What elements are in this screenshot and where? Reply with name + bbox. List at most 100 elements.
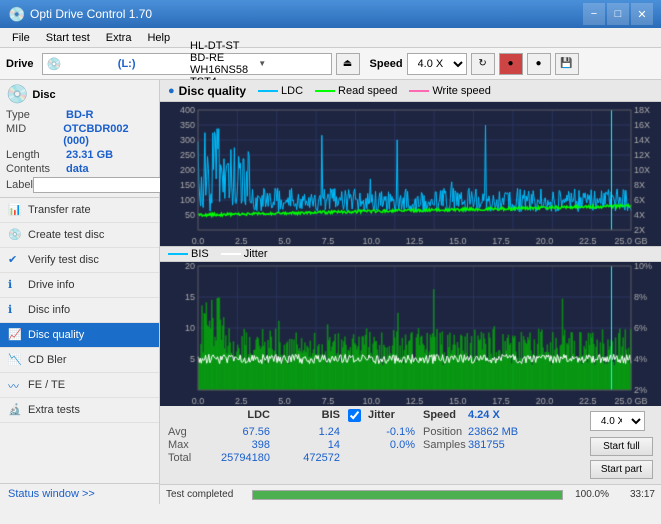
disc-label-row: Label ⚙ <box>6 177 153 193</box>
start-full-button[interactable]: Start full <box>590 437 653 456</box>
read-color-dot <box>315 90 335 92</box>
menu-help[interactable]: Help <box>139 30 178 46</box>
disc-contents-row: Contents data <box>6 163 153 175</box>
stats-avg-label: Avg <box>168 426 208 438</box>
nav-disc-info-label: Disc info <box>28 304 70 316</box>
stats-max-label: Max <box>168 439 208 451</box>
app-icon: 💿 <box>8 6 24 22</box>
legend-write-label: Write speed <box>432 85 491 97</box>
left-panel: 💿 Disc Type BD-R MID OTCBDR002 (000) Len… <box>0 80 160 504</box>
disc-label-input[interactable] <box>33 177 171 193</box>
stats-table: LDC BIS Jitter Speed 4.24 X Avg 67.56 1.… <box>168 409 582 481</box>
nav-fe-te[interactable]: 〰 FE / TE <box>0 373 159 398</box>
nav-cd-bler[interactable]: 📉 CD Bler <box>0 348 159 373</box>
nav-verify-test-disc[interactable]: ✔ Verify test disc <box>0 248 159 273</box>
stats-max-bis: 14 <box>278 439 348 451</box>
nav-drive-info-label: Drive info <box>28 279 74 291</box>
main-layout: 💿 Disc Type BD-R MID OTCBDR002 (000) Len… <box>0 80 661 504</box>
stats-total-row: Total 25794180 472572 <box>168 452 582 464</box>
write-color-dot <box>409 90 429 92</box>
menu-extra[interactable]: Extra <box>98 30 140 46</box>
stats-total-ldc: 25794180 <box>208 452 278 464</box>
minimize-button[interactable]: − <box>583 3 605 25</box>
fe-te-icon: 〰 <box>8 378 22 392</box>
disc-length-label: Length <box>6 149 66 161</box>
drive-info-icon: ℹ <box>8 278 22 292</box>
toolbar-btn-1[interactable]: ● <box>499 53 523 75</box>
disc-type-row: Type BD-R <box>6 109 153 121</box>
speed-select[interactable]: 4.0 X 2.0 X 1.0 X <box>407 53 467 75</box>
stats-total-jitter-blank <box>368 452 423 464</box>
disc-contents-value: data <box>66 163 89 175</box>
stats-avg-row: Avg 67.56 1.24 -0.1% Position 23862 MB <box>168 426 582 438</box>
transfer-rate-icon: 📊 <box>8 203 22 217</box>
stats-total-blank <box>348 452 368 464</box>
stats-jitter-header: Jitter <box>368 409 423 425</box>
progress-percent: 100.0% <box>569 489 609 500</box>
save-button[interactable]: 💾 <box>555 53 579 75</box>
stats-header-row: LDC BIS Jitter Speed 4.24 X <box>168 409 582 425</box>
jitter-checkbox[interactable] <box>348 409 361 422</box>
nav-extra-tests[interactable]: 🔬 Extra tests <box>0 398 159 423</box>
stats-col0-header <box>168 409 208 425</box>
stats-total-bis: 472572 <box>278 452 348 464</box>
menu-start-test[interactable]: Start test <box>38 30 98 46</box>
jitter-checkbox-container <box>348 409 368 425</box>
disc-mid-row: MID OTCBDR002 (000) <box>6 123 153 147</box>
top-chart-container <box>160 102 661 246</box>
chart-header: ● Disc quality LDC Read speed Write spee… <box>160 80 661 102</box>
disc-mid-label: MID <box>6 123 63 147</box>
menubar: File Start test Extra Help <box>0 28 661 48</box>
right-content: ● Disc quality LDC Read speed Write spee… <box>160 80 661 504</box>
jitter-color-dot <box>221 253 241 255</box>
stats-avg-bis: 1.24 <box>278 426 348 438</box>
stats-max-jitter: 0.0% <box>368 439 423 451</box>
speed-label: Speed <box>370 58 403 70</box>
stats-total-right-blank <box>423 452 468 464</box>
extra-tests-icon: 🔬 <box>8 403 22 417</box>
disc-type-label: Type <box>6 109 66 121</box>
disc-length-row: Length 23.31 GB <box>6 149 153 161</box>
eject-button[interactable]: ⏏ <box>336 53 360 75</box>
legend-bis: BIS <box>168 248 209 260</box>
legend-jitter: Jitter <box>221 248 268 260</box>
bottom-chart-container <box>160 262 661 406</box>
chart-title: Disc quality <box>179 84 246 98</box>
disc-type-value: BD-R <box>66 109 94 121</box>
stats-bis-header: BIS <box>278 409 348 425</box>
nav-create-test-disc[interactable]: 💿 Create test disc <box>0 223 159 248</box>
close-button[interactable]: ✕ <box>631 3 653 25</box>
stats-avg-blank <box>348 426 368 438</box>
status-window-button[interactable]: Status window >> <box>0 483 159 504</box>
toolbar-btn-2[interactable]: ● <box>527 53 551 75</box>
legend-read: Read speed <box>315 85 397 97</box>
drive-selector[interactable]: 💿 (L:) HL-DT-ST BD-RE WH16NS58 TST4 ▼ <box>42 53 332 75</box>
stats-actions: LDC BIS Jitter Speed 4.24 X Avg 67.56 1.… <box>160 405 661 484</box>
toolbar: Drive 💿 (L:) HL-DT-ST BD-RE WH16NS58 TST… <box>0 48 661 80</box>
maximize-button[interactable]: □ <box>607 3 629 25</box>
stats-total-label: Total <box>168 452 208 464</box>
stats-avg-ldc: 67.56 <box>208 426 278 438</box>
legend-ldc-label: LDC <box>281 85 303 97</box>
right-actions: 4.0 X Start full Start part <box>582 409 653 481</box>
nav-transfer-rate[interactable]: 📊 Transfer rate <box>0 198 159 223</box>
nav-create-test-disc-label: Create test disc <box>28 229 104 241</box>
stats-speed-select[interactable]: 4.0 X <box>590 411 645 431</box>
nav-section: 📊 Transfer rate 💿 Create test disc ✔ Ver… <box>0 198 159 483</box>
stats-speed-val: 4.24 X <box>468 409 513 425</box>
nav-extra-tests-label: Extra tests <box>28 404 80 416</box>
nav-disc-info[interactable]: ℹ Disc info <box>0 298 159 323</box>
elapsed-time: 33:17 <box>615 489 655 500</box>
menu-file[interactable]: File <box>4 30 38 46</box>
bottom-bar: Test completed 100.0% 33:17 <box>160 484 661 504</box>
drive-dropdown-arrow: ▼ <box>258 59 326 68</box>
drive-disc-icon: 💿 <box>47 57 115 71</box>
start-part-button[interactable]: Start part <box>590 460 653 479</box>
progress-bar-fill <box>253 491 562 499</box>
disc-mid-value: OTCBDR002 (000) <box>63 123 153 147</box>
nav-drive-info[interactable]: ℹ Drive info <box>0 273 159 298</box>
nav-fe-te-label: FE / TE <box>28 379 65 391</box>
nav-disc-quality[interactable]: 📈 Disc quality <box>0 323 159 348</box>
chart-header-icon: ● <box>168 85 175 97</box>
refresh-button[interactable]: ↻ <box>471 53 495 75</box>
